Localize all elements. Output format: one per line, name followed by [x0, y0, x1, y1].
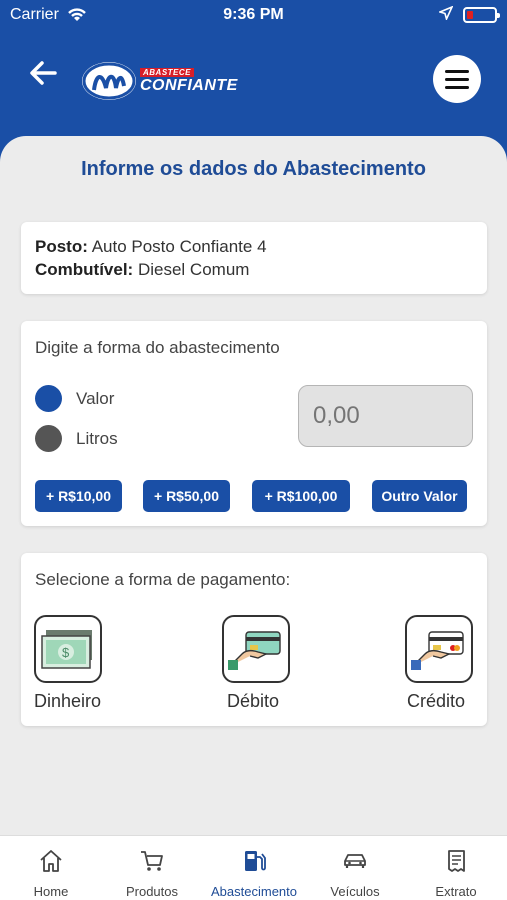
tab-produtos-label: Produtos [125, 884, 179, 899]
posto-value: Auto Posto Confiante 4 [91, 237, 267, 256]
add-50-button[interactable]: + R$50,00 [143, 480, 230, 512]
radio-litros-label: Litros [76, 428, 118, 448]
cart-icon [141, 851, 163, 871]
payment-cash-label: Dinheiro [34, 691, 102, 711]
bottom-tab-bar: Home Produtos Abastecimento Veículos Ext… [0, 835, 507, 900]
app-header: ABASTECE CONFIANTE [0, 30, 507, 140]
radio-valor[interactable]: Valor [35, 385, 114, 412]
hamburger-icon [445, 70, 469, 73]
tab-abastecimento[interactable]: Abastecimento [200, 836, 308, 900]
battery-icon [463, 7, 500, 23]
radio-selected-icon [35, 385, 62, 412]
logo-emblem-icon [82, 62, 136, 100]
back-button[interactable] [28, 58, 64, 94]
clock: 9:36 PM [223, 6, 284, 23]
cash-icon: $ [34, 615, 102, 683]
tab-veiculos-label: Veículos [330, 884, 380, 899]
home-icon [40, 850, 62, 872]
add-10-button[interactable]: + R$10,00 [35, 480, 122, 512]
tab-home-label: Home [33, 884, 69, 899]
logo-big-text: CONFIANTE [140, 76, 238, 94]
fuel-pump-icon [245, 851, 266, 871]
page-title: Informe os dados do Abastecimento [81, 158, 426, 180]
radio-unselected-icon [35, 425, 62, 452]
radio-valor-label: Valor [76, 388, 115, 408]
radio-litros[interactable]: Litros [35, 425, 118, 452]
station-info-card: Posto: Auto Posto Confiante 4 Combutível… [21, 222, 487, 294]
add-100-button[interactable]: + R$100,00 [252, 480, 350, 512]
tab-abastecimento-label: Abastecimento [211, 884, 297, 899]
payment-debit[interactable]: Débito [222, 615, 290, 711]
menu-button[interactable] [433, 55, 481, 103]
posto-label: Posto: [35, 237, 88, 256]
fuel-form-label: Digite a forma do abastecimento [35, 338, 280, 357]
tab-extrato[interactable]: Extrato [414, 836, 498, 900]
status-bar: Carrier 9:36 PM [0, 0, 507, 30]
payment-cash[interactable]: $ Dinheiro [34, 615, 102, 711]
payment-credit[interactable]: Crédito [405, 615, 473, 711]
combustivel-value: Diesel Comum [137, 260, 250, 279]
tab-extrato-label: Extrato [435, 884, 477, 899]
brand-logo: ABASTECE CONFIANTE [82, 62, 238, 100]
receipt-icon [448, 850, 465, 872]
car-icon [344, 854, 366, 868]
payment-card: Selecione a forma de pagamento: $ Dinhei… [21, 553, 487, 726]
fuel-form-card: Digite a forma do abastecimento Valor Li… [21, 321, 487, 526]
tab-home[interactable]: Home [10, 836, 92, 900]
tab-veiculos[interactable]: Veículos [314, 836, 396, 900]
debit-card-icon [222, 615, 290, 683]
payment-debit-label: Débito [227, 691, 280, 711]
payment-label: Selecione a forma de pagamento: [35, 570, 291, 589]
location-arrow-icon [437, 5, 454, 25]
combustivel-label: Combutível: [35, 260, 134, 279]
logo-small-text: ABASTECE [140, 67, 194, 77]
arrow-left-icon [30, 61, 57, 85]
credit-card-icon [405, 615, 473, 683]
payment-credit-label: Crédito [407, 691, 466, 711]
other-value-button[interactable]: Outro Valor [372, 480, 467, 512]
main-content: Informe os dados do Abastecimento Posto:… [0, 136, 507, 835]
tab-produtos[interactable]: Produtos [106, 836, 198, 900]
svg-text:$: $ [62, 645, 70, 660]
amount-input[interactable] [298, 385, 473, 447]
